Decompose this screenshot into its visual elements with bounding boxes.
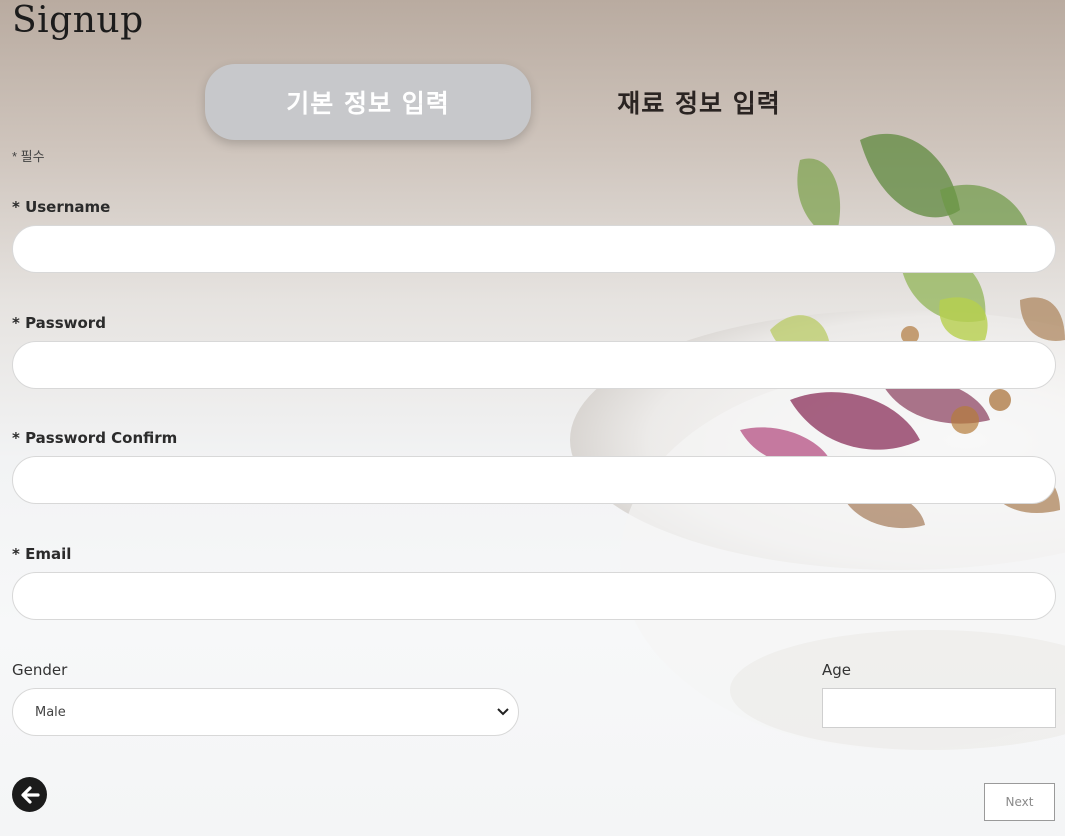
arrow-left-icon <box>20 785 40 804</box>
required-note: * 필수 <box>12 149 45 164</box>
next-button[interactable]: Next <box>984 783 1055 821</box>
email-input[interactable] <box>12 572 1056 620</box>
username-input[interactable] <box>12 225 1056 273</box>
back-button[interactable] <box>12 777 47 812</box>
chevron-down-icon <box>496 705 510 719</box>
tab-ingredient-info[interactable]: 재료 정보 입력 <box>536 64 862 140</box>
page-title: Signup <box>12 0 144 41</box>
age-input[interactable] <box>822 688 1056 728</box>
password-confirm-label: * Password Confirm <box>12 429 178 447</box>
password-confirm-input[interactable] <box>12 456 1056 504</box>
password-label: * Password <box>12 314 106 332</box>
username-label: * Username <box>12 198 111 216</box>
email-label: * Email <box>12 545 72 563</box>
tab-basic-info[interactable]: 기본 정보 입력 <box>205 64 531 140</box>
password-input[interactable] <box>12 341 1056 389</box>
age-label: Age <box>822 661 852 679</box>
gender-label: Gender <box>12 661 68 679</box>
gender-select[interactable]: Male <box>12 688 519 736</box>
gender-selected-value: Male <box>35 704 66 720</box>
